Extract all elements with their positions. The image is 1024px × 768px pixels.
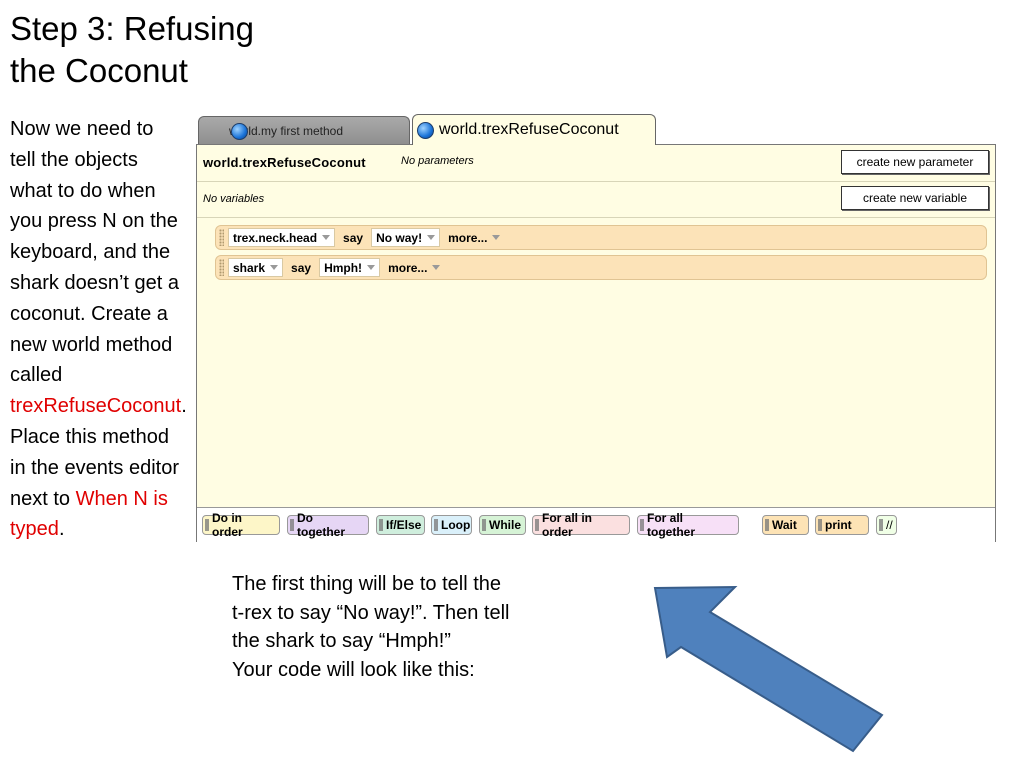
tab-trex-refuse-coconut[interactable]: world.trexRefuseCoconut: [412, 114, 656, 145]
tab-label: world.trexRefuseCoconut: [439, 121, 619, 138]
globe-icon: [417, 122, 434, 139]
